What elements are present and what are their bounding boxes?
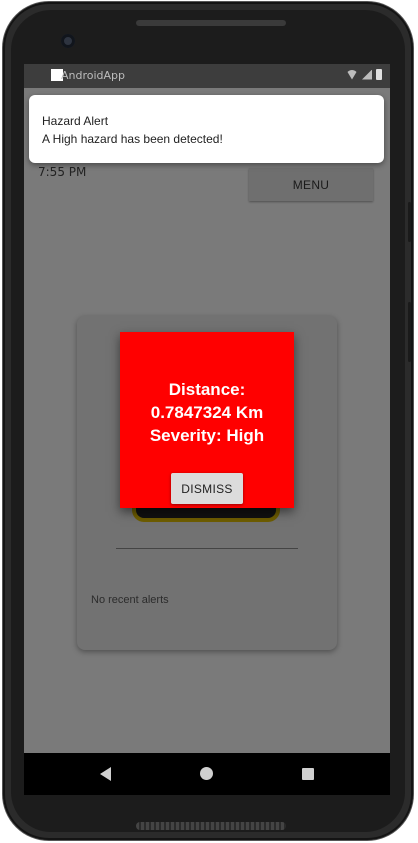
status-bar: AndroidApp [24,64,390,88]
wifi-icon [346,69,358,80]
back-icon[interactable] [100,767,111,781]
hazard-dialog: Distance: 0.7847324 Km Severity: High DI… [120,332,294,508]
signal-icon [362,69,372,80]
dismiss-button[interactable]: DISMISS [171,473,243,504]
battery-icon [376,69,382,80]
dialog-message: Distance: 0.7847324 Km Severity: High [120,378,294,447]
notification-title: Hazard Alert [42,114,109,128]
device-screen: AndroidApp 7:55 PM MENU No recent alerts… [24,64,390,795]
power-button [408,302,411,362]
bottom-speaker [136,822,286,830]
dialog-distance-value: 0.7847324 Km [150,403,264,422]
notification-body: A High hazard has been detected! [42,132,223,146]
recents-icon[interactable] [302,768,314,780]
status-app-name: AndroidApp [61,69,126,82]
hazard-notification[interactable]: Hazard Alert A High hazard has been dete… [29,95,384,163]
home-icon[interactable] [200,767,213,780]
card-divider [116,548,298,549]
status-icons [346,69,382,80]
menu-button[interactable]: MENU [249,168,373,201]
dialog-severity: Severity: High [149,426,265,445]
navigation-bar [24,753,390,795]
recent-alerts-text: No recent alerts [91,594,169,606]
time-label: 7:55 PM [38,165,87,179]
top-speaker [136,20,286,26]
volume-button [408,202,411,242]
dialog-distance-label: Distance: [168,380,246,399]
front-camera-icon [61,34,75,48]
